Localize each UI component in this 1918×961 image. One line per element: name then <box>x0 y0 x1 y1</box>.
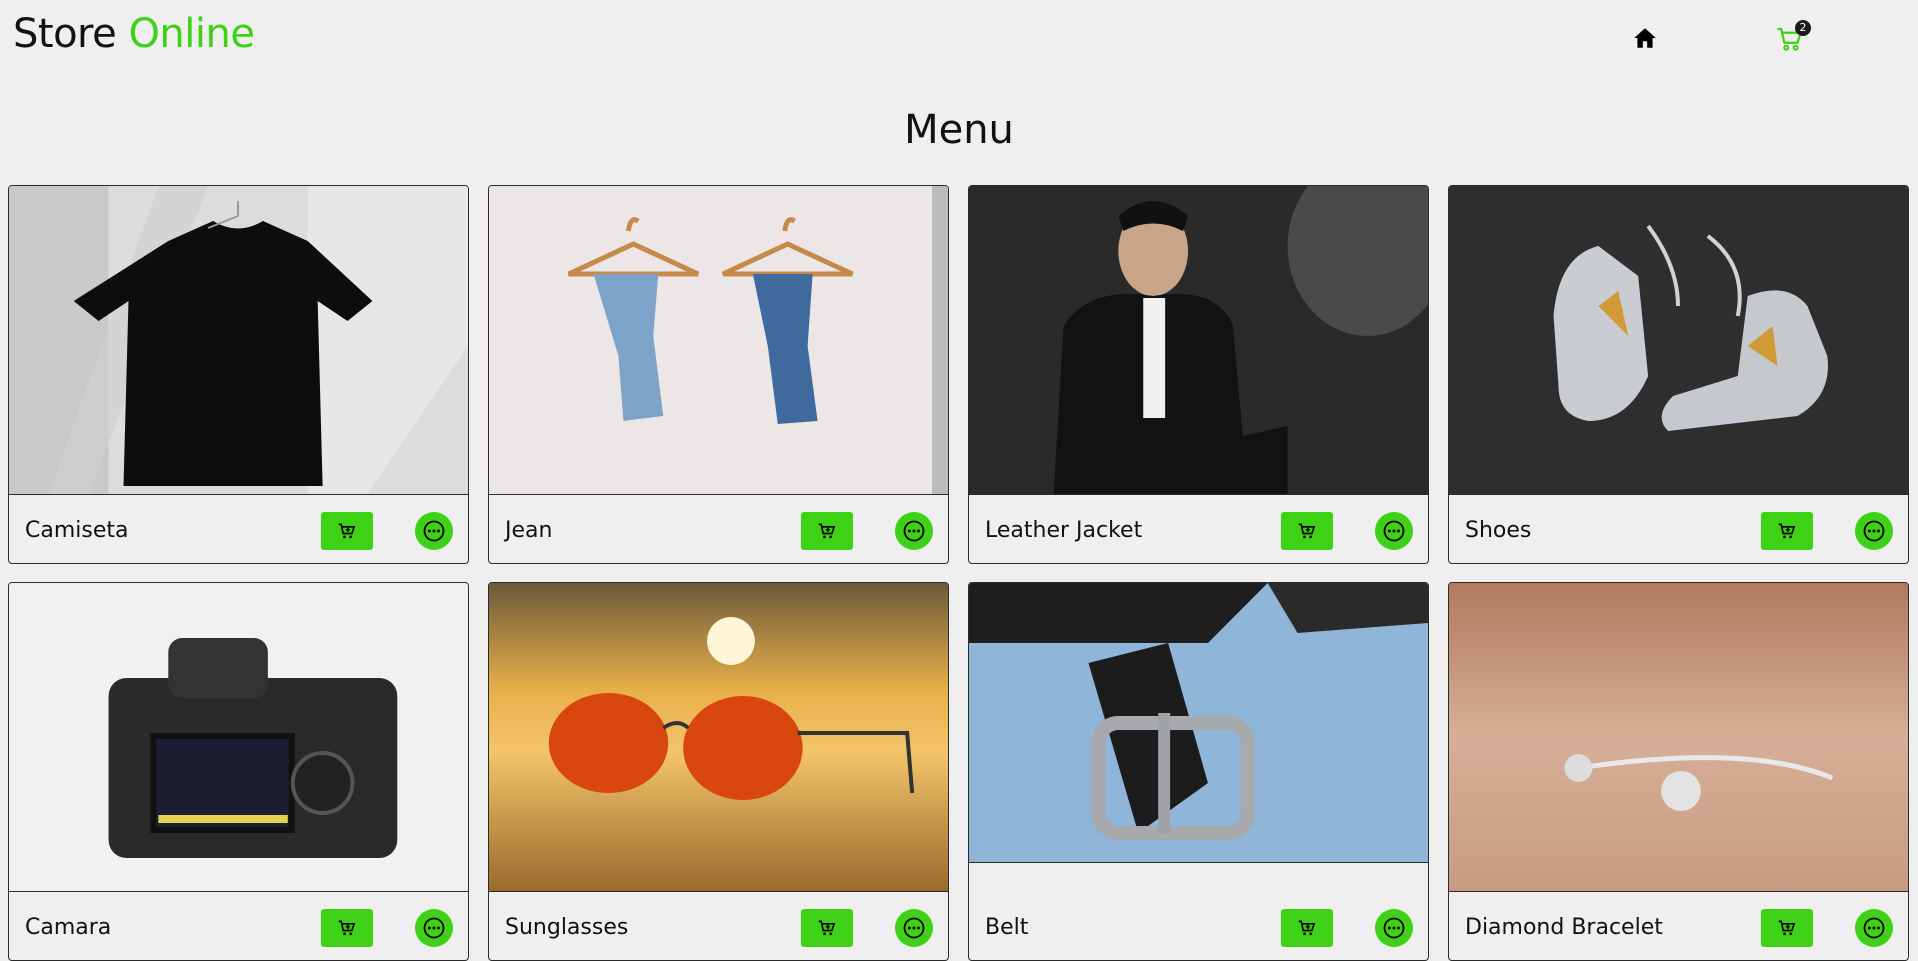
add-to-cart-button[interactable] <box>801 512 853 550</box>
product-name: Camara <box>25 915 112 940</box>
product-image[interactable] <box>489 186 948 495</box>
product-card: Shoes <box>1448 185 1909 564</box>
more-options-icon <box>1863 520 1885 542</box>
add-to-cart-icon <box>1298 523 1316 539</box>
product-card: Sunglasses <box>488 582 949 961</box>
logo-main-text: Store <box>13 11 129 57</box>
product-image[interactable] <box>969 583 1428 863</box>
more-options-button[interactable] <box>1375 512 1413 550</box>
cart-count-badge: 2 <box>1795 20 1811 36</box>
more-options-button[interactable] <box>1375 909 1413 947</box>
product-image[interactable] <box>969 186 1428 495</box>
more-options-icon <box>423 520 445 542</box>
product-name: Belt <box>985 915 1029 940</box>
more-options-button[interactable] <box>895 909 933 947</box>
header: Store Online 2 <box>0 0 1918 72</box>
more-options-icon <box>1863 917 1885 939</box>
add-to-cart-icon <box>338 920 356 936</box>
more-options-button[interactable] <box>415 909 453 947</box>
page-title: Menu <box>904 107 1014 153</box>
add-to-cart-button[interactable] <box>1761 909 1813 947</box>
logo-accent-text: Online <box>128 11 255 57</box>
add-to-cart-icon <box>1778 920 1796 936</box>
product-card: Belt <box>968 582 1429 961</box>
product-card: Camara <box>8 582 469 961</box>
product-card: Jean <box>488 185 949 564</box>
home-icon[interactable] <box>1632 25 1658 51</box>
more-options-button[interactable] <box>415 512 453 550</box>
add-to-cart-icon <box>818 523 836 539</box>
add-to-cart-button[interactable] <box>321 909 373 947</box>
add-to-cart-button[interactable] <box>801 909 853 947</box>
add-to-cart-icon <box>338 523 356 539</box>
product-image[interactable] <box>1449 583 1908 892</box>
add-to-cart-icon <box>1298 920 1316 936</box>
product-image[interactable] <box>9 186 468 495</box>
more-options-button[interactable] <box>1855 512 1893 550</box>
add-to-cart-button[interactable] <box>1281 512 1333 550</box>
more-options-icon <box>903 917 925 939</box>
product-image[interactable] <box>489 583 948 892</box>
more-options-icon <box>1383 917 1405 939</box>
product-card: Diamond Bracelet <box>1448 582 1909 961</box>
product-card: Leather Jacket <box>968 185 1429 564</box>
more-options-icon <box>903 520 925 542</box>
product-image[interactable] <box>1449 186 1908 495</box>
product-card: Camiseta <box>8 185 469 564</box>
add-to-cart-icon <box>818 920 836 936</box>
product-image[interactable] <box>9 583 468 892</box>
more-options-icon <box>423 917 445 939</box>
product-name: Jean <box>505 518 553 543</box>
product-name: Camiseta <box>25 518 129 543</box>
add-to-cart-button[interactable] <box>1281 909 1333 947</box>
store-logo[interactable]: Store Online <box>13 8 255 60</box>
more-options-icon <box>1383 520 1405 542</box>
product-name: Diamond Bracelet <box>1465 915 1663 940</box>
add-to-cart-button[interactable] <box>1761 512 1813 550</box>
more-options-button[interactable] <box>895 512 933 550</box>
product-name: Sunglasses <box>505 915 629 940</box>
product-name: Leather Jacket <box>985 518 1143 543</box>
cart-icon[interactable]: 2 <box>1775 20 1811 54</box>
more-options-button[interactable] <box>1855 909 1893 947</box>
add-to-cart-button[interactable] <box>321 512 373 550</box>
add-to-cart-icon <box>1778 523 1796 539</box>
product-name: Shoes <box>1465 518 1532 543</box>
